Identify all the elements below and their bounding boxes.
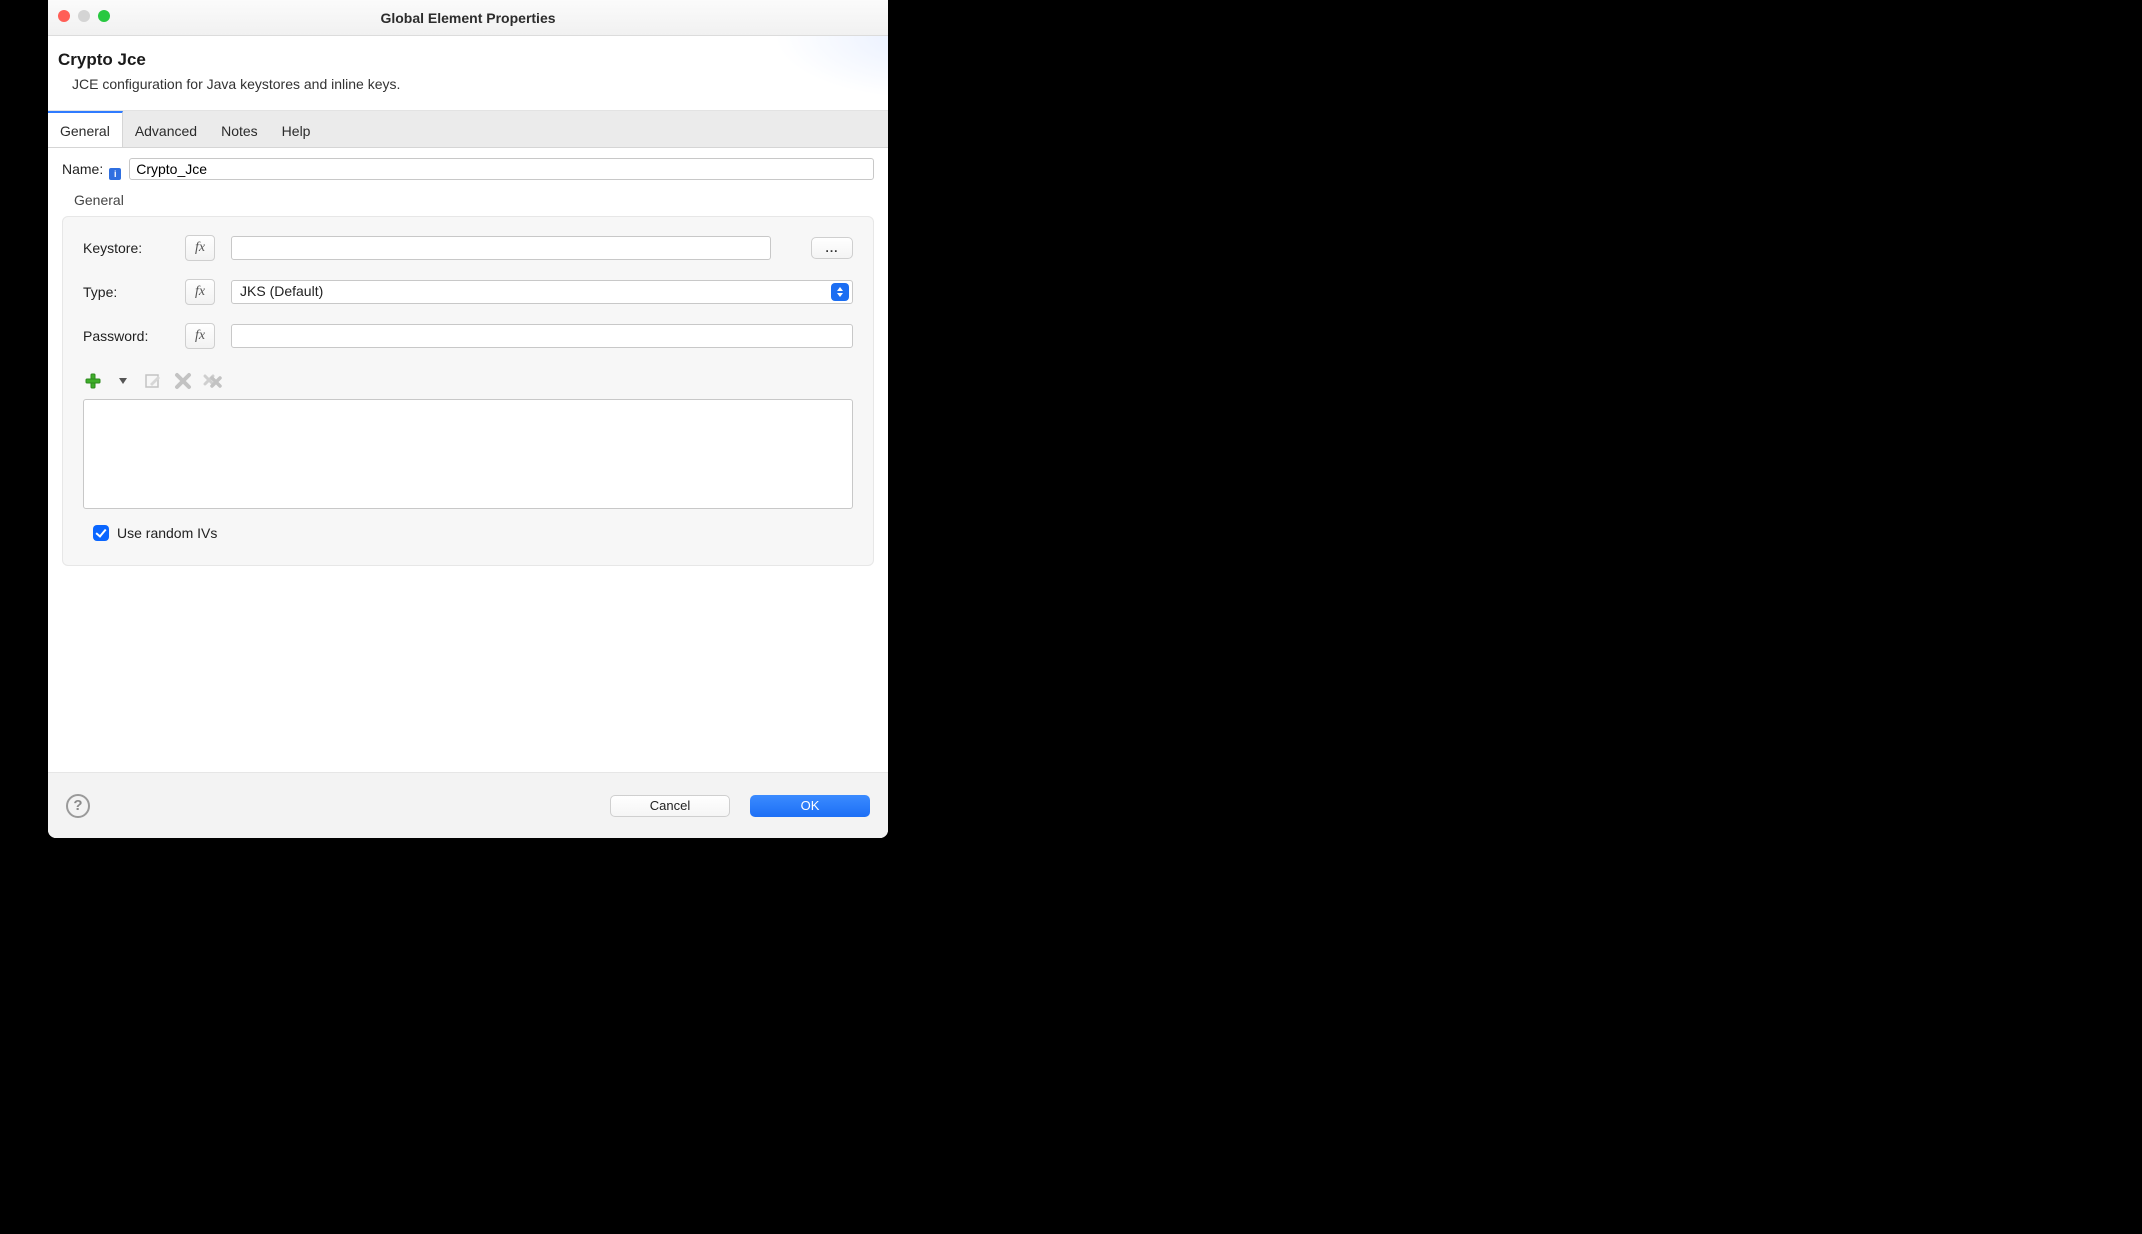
config-subtitle: JCE configuration for Java keystores and… — [72, 76, 870, 92]
delete-item-button[interactable] — [173, 371, 193, 391]
delete-all-button[interactable] — [203, 371, 223, 391]
add-item-button[interactable] — [83, 371, 103, 391]
tab-content: Name: i General Keystore: fx ... Type: f… — [48, 148, 888, 772]
keystore-input[interactable] — [231, 236, 771, 260]
tab-general[interactable]: General — [48, 111, 123, 147]
type-label: Type: — [83, 284, 173, 300]
random-ivs-checkbox[interactable] — [93, 525, 109, 541]
delete-icon — [174, 372, 192, 390]
help-icon: ? — [73, 797, 82, 814]
fx-button-keystore[interactable]: fx — [185, 235, 215, 261]
cancel-button[interactable]: Cancel — [610, 795, 730, 817]
password-label: Password: — [83, 328, 173, 344]
name-label: Name: — [62, 161, 103, 177]
plus-icon — [84, 372, 102, 390]
type-select-wrap: JKS (Default) — [231, 280, 853, 304]
edit-icon — [144, 372, 162, 390]
browse-keystore-button[interactable]: ... — [811, 237, 853, 259]
dialog-footer: ? Cancel OK — [48, 772, 888, 838]
dialog-window: Global Element Properties Crypto Jce JCE… — [48, 0, 888, 838]
random-ivs-row: Use random IVs — [93, 525, 853, 541]
name-row: Name: i — [48, 148, 888, 184]
general-group: Keystore: fx ... Type: fx JKS (Default) … — [62, 216, 874, 566]
name-input[interactable] — [129, 158, 874, 180]
tabbar: General Advanced Notes Help — [48, 111, 888, 148]
close-window-button[interactable] — [58, 10, 70, 22]
window-title: Global Element Properties — [380, 10, 555, 26]
help-button[interactable]: ? — [66, 794, 90, 818]
minimize-window-button[interactable] — [78, 10, 90, 22]
fx-button-password[interactable]: fx — [185, 323, 215, 349]
type-select[interactable]: JKS (Default) — [231, 280, 853, 304]
tab-help[interactable]: Help — [270, 111, 323, 147]
tab-notes[interactable]: Notes — [209, 111, 270, 147]
add-dropdown-button[interactable] — [113, 371, 133, 391]
section-general-label: General — [48, 184, 888, 212]
password-input[interactable] — [231, 324, 853, 348]
edit-item-button[interactable] — [143, 371, 163, 391]
info-icon: i — [109, 168, 121, 180]
fx-button-type[interactable]: fx — [185, 279, 215, 305]
dialog-header: Crypto Jce JCE configuration for Java ke… — [48, 36, 888, 111]
footer-buttons: Cancel OK — [610, 795, 870, 817]
zoom-window-button[interactable] — [98, 10, 110, 22]
password-row: Password: fx — [83, 323, 853, 349]
traffic-lights — [58, 10, 110, 22]
titlebar: Global Element Properties — [48, 0, 888, 36]
tab-advanced[interactable]: Advanced — [123, 111, 209, 147]
type-row: Type: fx JKS (Default) — [83, 279, 853, 305]
chevron-down-icon — [119, 377, 127, 385]
keystore-row: Keystore: fx ... — [83, 235, 853, 261]
random-ivs-label: Use random IVs — [117, 525, 217, 541]
config-title: Crypto Jce — [58, 50, 870, 70]
list-toolbar — [83, 371, 853, 391]
keystore-label: Keystore: — [83, 240, 173, 256]
ok-button[interactable]: OK — [750, 795, 870, 817]
items-list[interactable] — [83, 399, 853, 509]
delete-all-icon — [203, 372, 223, 390]
